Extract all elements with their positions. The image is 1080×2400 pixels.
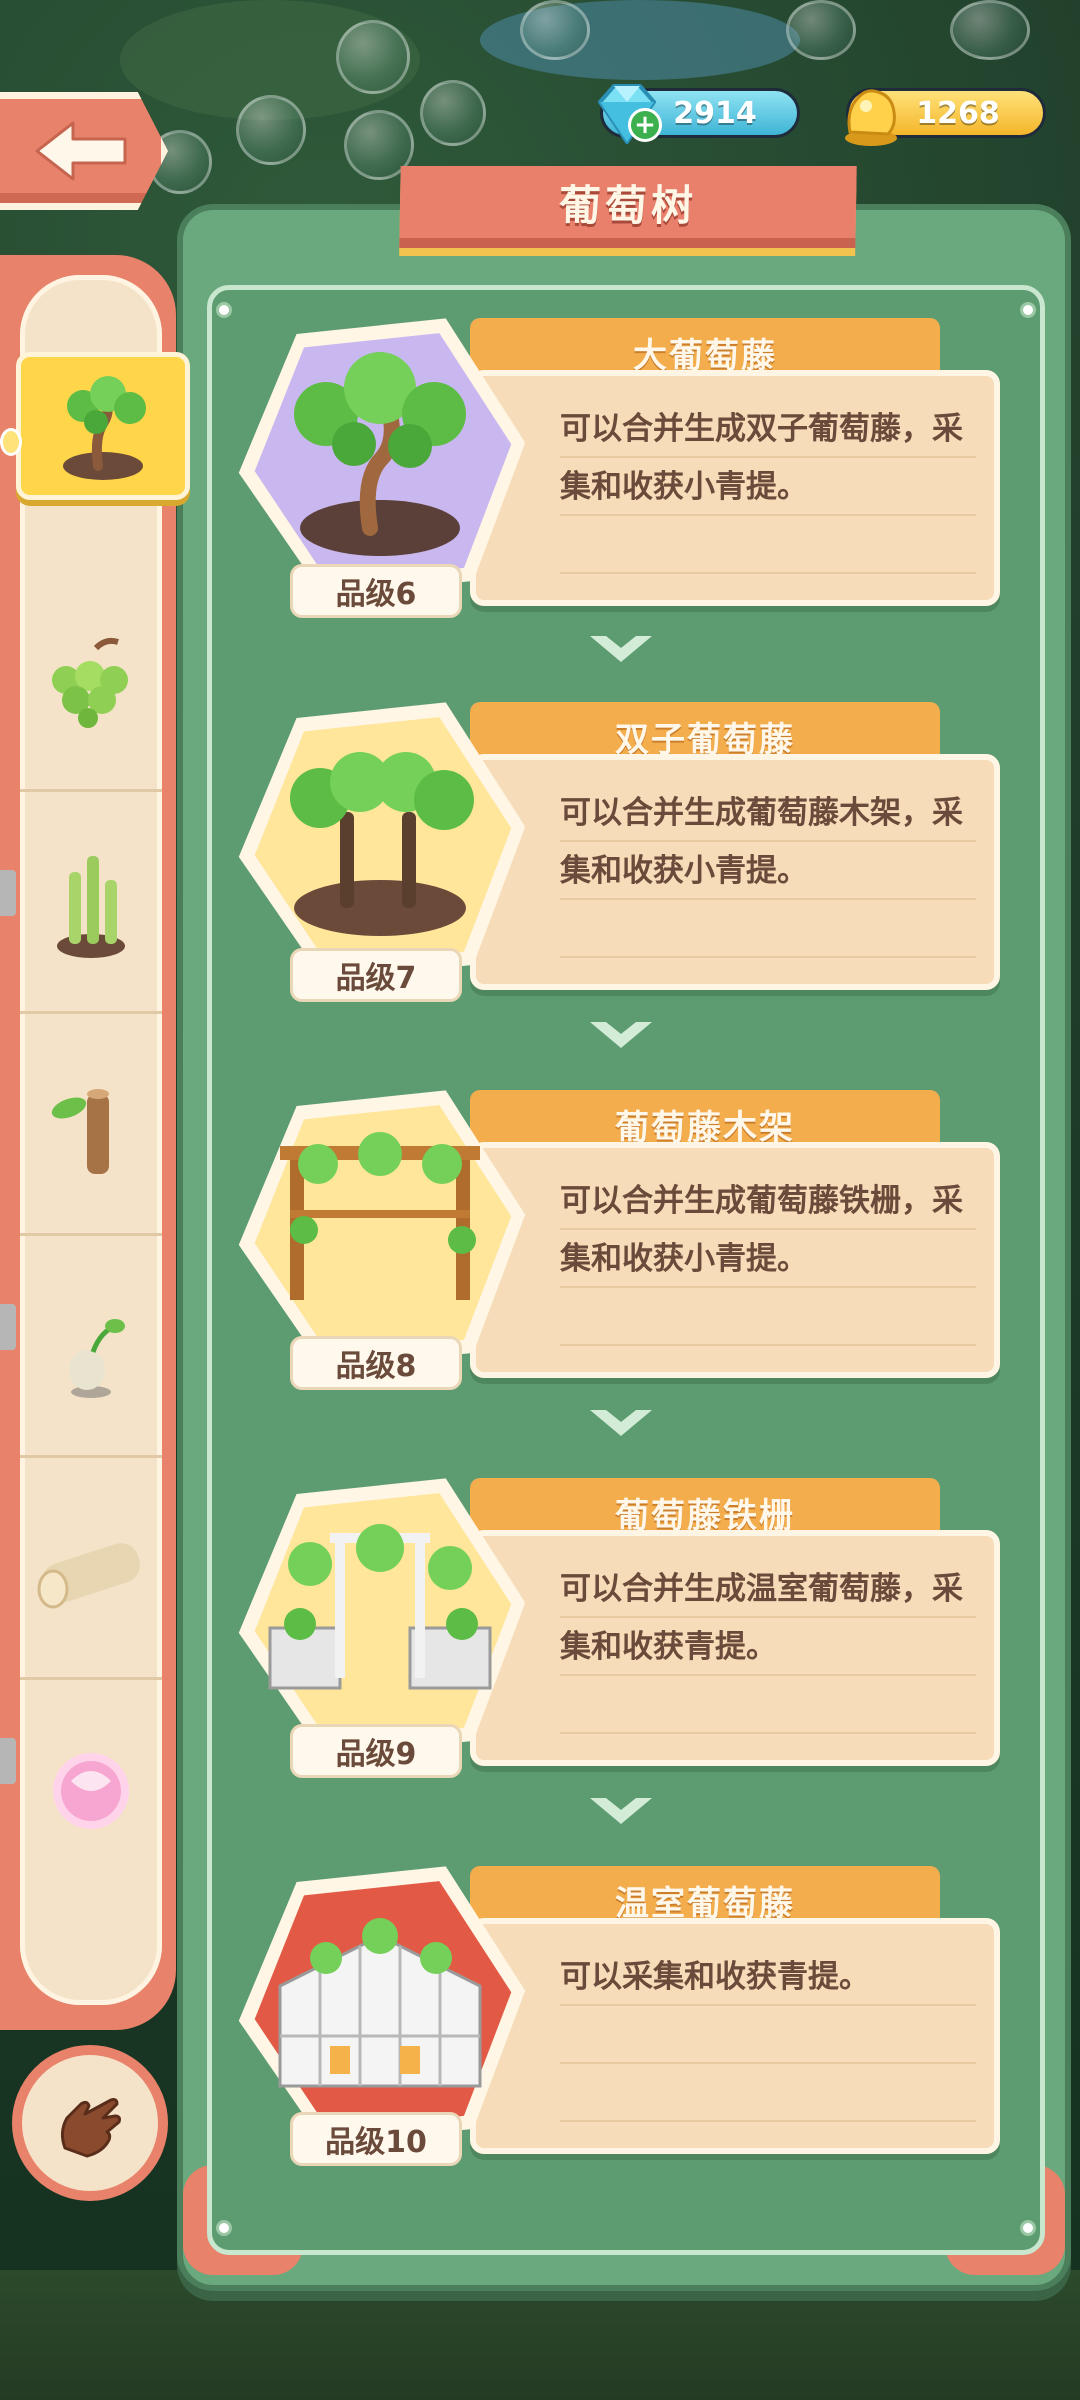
- rivet: [1020, 2220, 1036, 2236]
- card-description: 可以合并生成葡萄藤铁栅，采集和收获小青提。: [560, 1172, 976, 1346]
- sidebar-item-pink-orb[interactable]: [20, 1680, 162, 1902]
- sidebar-item-grapes[interactable]: [20, 570, 162, 792]
- sidebar-item-seed-sprout[interactable]: [20, 1236, 162, 1458]
- title-banner: 葡萄树: [399, 166, 857, 248]
- card-item-image[interactable]: [230, 1478, 530, 1758]
- gold-trophy-icon: [845, 89, 897, 146]
- hint-hand-button[interactable]: [12, 2045, 168, 2201]
- chevron-down-icon: [590, 1022, 652, 1048]
- sidebar-clip: [0, 1738, 16, 1784]
- background-bubble: [786, 0, 856, 60]
- sprout-stump-icon: [51, 1088, 109, 1174]
- sidebar-item-sprout-stump[interactable]: [20, 1014, 162, 1236]
- level-tag: 品级8: [290, 1336, 462, 1390]
- sidebar-item-bamboo[interactable]: [20, 792, 162, 1014]
- card-item-image[interactable]: [230, 1090, 530, 1370]
- card-item-image[interactable]: [230, 318, 530, 598]
- card-description: 可以采集和收获青提。: [560, 1948, 976, 2122]
- card-description: 可以合并生成双子葡萄藤，采集和收获小青提。: [560, 400, 976, 574]
- active-indicator: [0, 428, 22, 456]
- card-grape-vine-large: 大葡萄藤 可以合并生成双子葡萄藤，采集和收获小青提。 品级6: [230, 318, 1010, 658]
- rivet: [216, 2220, 232, 2236]
- add-gems-button[interactable]: +: [628, 108, 662, 142]
- grape-tree-icon: [63, 376, 146, 480]
- page-title: 葡萄树: [558, 180, 698, 230]
- card-twin-grape-vine: 双子葡萄藤 可以合并生成葡萄藤木架，采集和收获小青提。 品级7: [230, 702, 1010, 1042]
- level-tag: 品级6: [290, 564, 462, 618]
- card-grape-trellis-iron: 葡萄藤铁栅 可以合并生成温室葡萄藤，采集和收获青提。 品级9: [230, 1478, 1010, 1818]
- card-description: 可以合并生成温室葡萄藤，采集和收获青提。: [560, 1560, 976, 1734]
- seed-sprout-icon: [69, 1318, 125, 1398]
- background-bubble: [950, 0, 1030, 60]
- card-item-image[interactable]: [230, 1866, 530, 2146]
- rivet: [216, 302, 232, 318]
- card-description-box: 可以合并生成葡萄藤木架，采集和收获小青提。: [470, 754, 1000, 990]
- chevron-down-icon: [590, 636, 652, 662]
- grapes-icon: [52, 637, 128, 728]
- background-bubble: [520, 0, 590, 60]
- level-tag: 品级10: [290, 2112, 462, 2166]
- card-greenhouse-grape-vine: 温室葡萄藤 可以采集和收获青提。 品级10: [230, 1866, 1010, 2206]
- back-button[interactable]: [0, 92, 168, 210]
- card-description-box: 可以合并生成双子葡萄藤，采集和收获小青提。: [470, 370, 1000, 606]
- sidebar-item-grape-tree[interactable]: [16, 352, 190, 500]
- background-bubble: [236, 95, 306, 165]
- card-item-image[interactable]: [230, 702, 530, 982]
- back-arrow-icon: [35, 121, 126, 181]
- sidebar-item-log[interactable]: [20, 1458, 162, 1680]
- card-description-box: 可以合并生成葡萄藤铁栅，采集和收获小青提。: [470, 1142, 1000, 1378]
- card-grape-trellis-wood: 葡萄藤木架 可以合并生成葡萄藤铁栅，采集和收获小青提。 品级8: [230, 1090, 1010, 1430]
- rivet: [1020, 302, 1036, 318]
- background-bubble: [336, 20, 410, 94]
- bamboo-icon: [57, 855, 125, 958]
- sidebar-clip: [0, 870, 16, 916]
- sidebar-clip: [0, 1304, 16, 1350]
- gem-count: 2914: [673, 95, 757, 131]
- card-description-box: 可以采集和收获青提。: [470, 1918, 1000, 2154]
- level-tag: 品级7: [290, 948, 462, 1002]
- level-tag: 品级9: [290, 1724, 462, 1778]
- coin-count: 1268: [916, 95, 1000, 131]
- background-bubble: [420, 80, 486, 146]
- log-icon: [37, 1542, 141, 1608]
- chevron-down-icon: [590, 1410, 652, 1436]
- card-description-box: 可以合并生成温室葡萄藤，采集和收获青提。: [470, 1530, 1000, 1766]
- hand-pointer-icon: [60, 2098, 121, 2158]
- chevron-down-icon: [590, 1798, 652, 1824]
- card-description: 可以合并生成葡萄藤木架，采集和收获小青提。: [560, 784, 976, 958]
- background-ground: [0, 2270, 1080, 2400]
- pink-orb-icon: [53, 1753, 129, 1829]
